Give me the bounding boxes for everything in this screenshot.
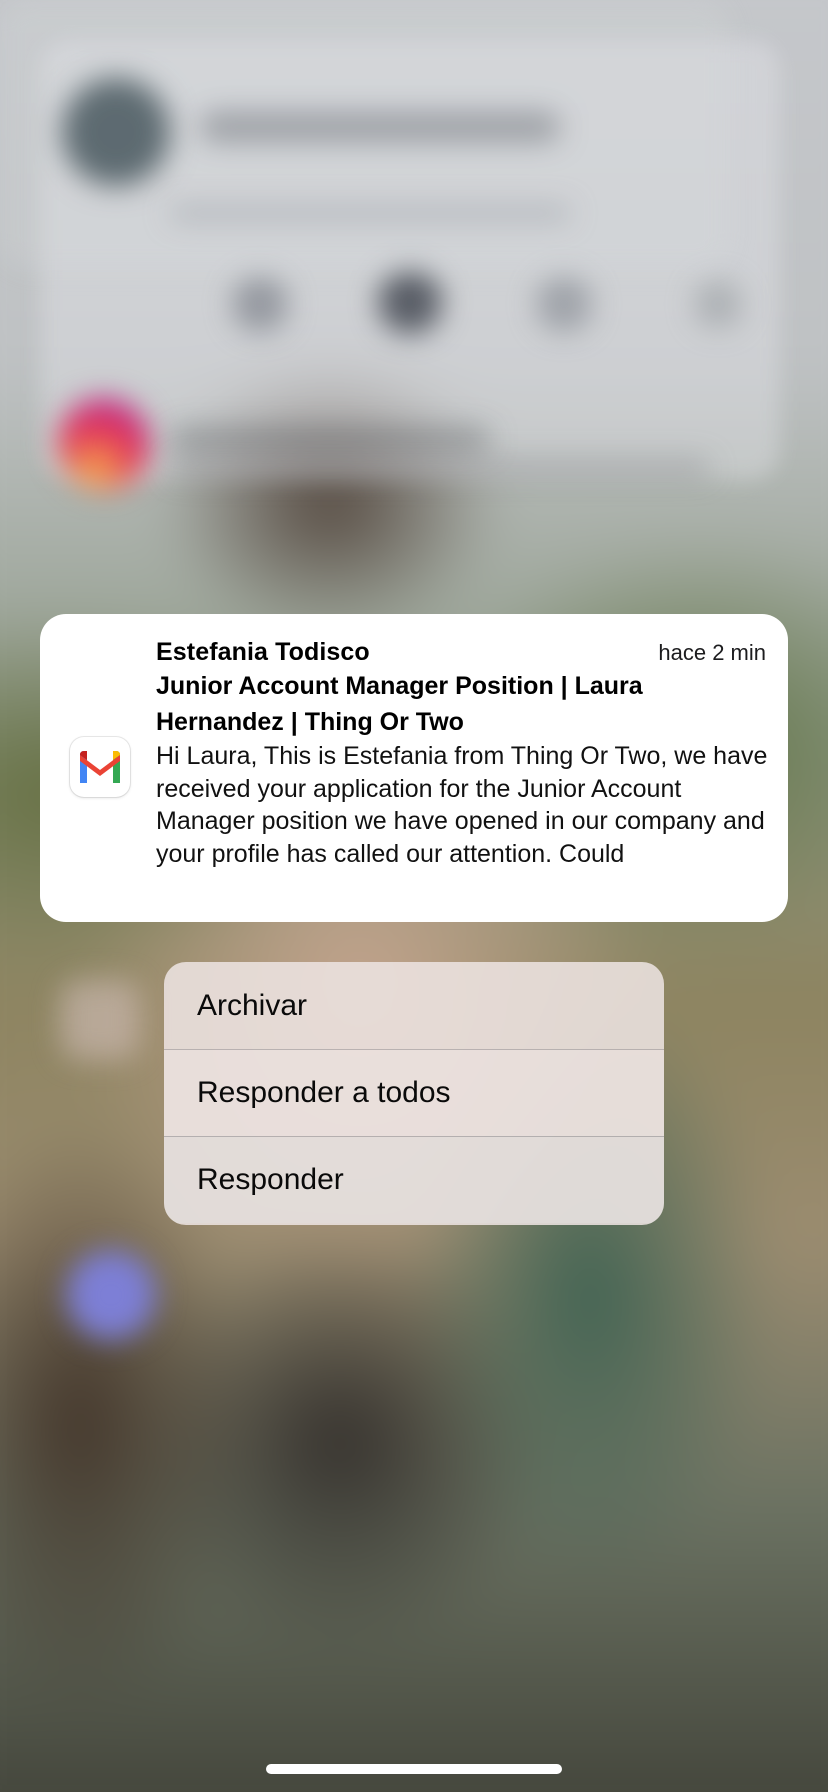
reply-action[interactable]: Responder bbox=[164, 1136, 664, 1223]
blurred-app-icon bbox=[60, 980, 140, 1060]
blurred-app-icon bbox=[66, 1250, 156, 1340]
notification-header: Estefania Todisco hace 2 min bbox=[156, 636, 768, 668]
blurred-notification bbox=[0, 0, 730, 270]
blurred-control bbox=[536, 276, 592, 332]
notification-actions-menu: Archivar Responder a todos Responder bbox=[164, 962, 664, 1225]
blurred-control bbox=[694, 280, 742, 328]
notification-time: hace 2 min bbox=[658, 640, 766, 665]
email-notification[interactable]: Estefania Todisco hace 2 min Junior Acco… bbox=[40, 614, 788, 922]
archive-action[interactable]: Archivar bbox=[164, 962, 664, 1049]
email-preview: Hi Laura, This is Estefania from Thing O… bbox=[156, 742, 768, 868]
home-indicator[interactable] bbox=[266, 1764, 562, 1774]
sender-name: Estefania Todisco bbox=[156, 638, 370, 666]
blurred-control bbox=[232, 276, 288, 332]
notification-content: Estefania Todisco hace 2 min Junior Acco… bbox=[156, 636, 768, 870]
blurred-text bbox=[170, 460, 710, 476]
blurred-control bbox=[378, 270, 442, 334]
blurred-text bbox=[170, 428, 490, 450]
gmail-icon bbox=[70, 737, 130, 797]
blurred-app-icon bbox=[58, 398, 150, 490]
reply-all-action[interactable]: Responder a todos bbox=[164, 1049, 664, 1136]
email-subject: Junior Account Manager Position | Laura … bbox=[156, 672, 643, 736]
